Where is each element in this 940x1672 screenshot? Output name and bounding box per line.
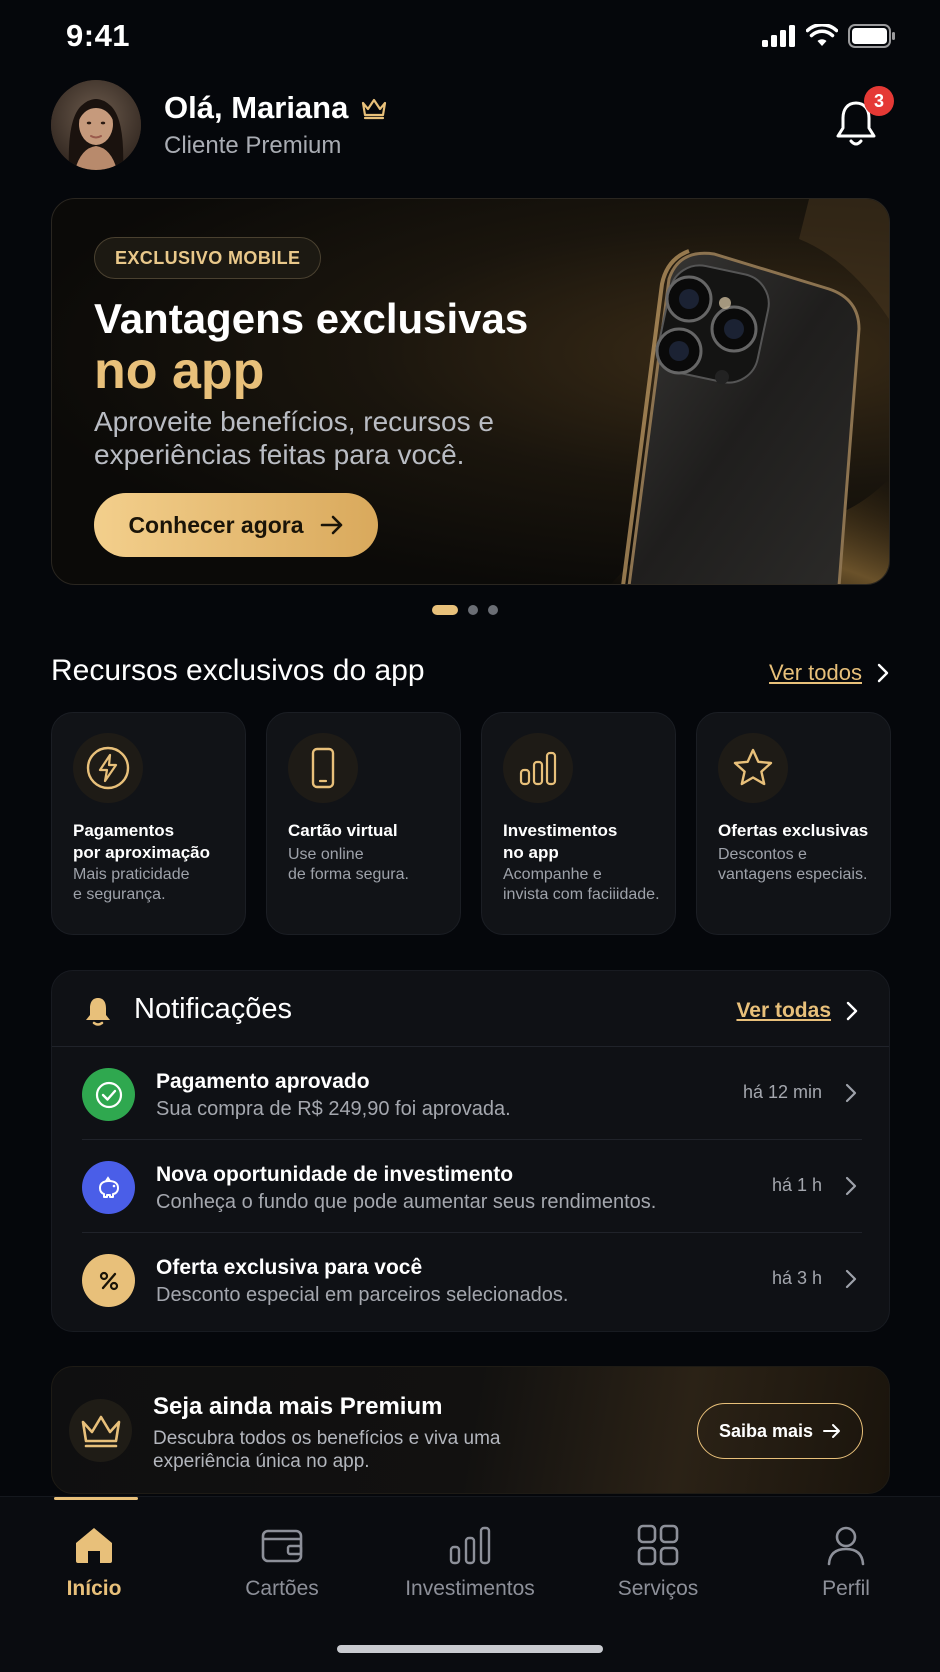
notification-description: Conheça o fundo que pode aumentar seus r…: [156, 1191, 657, 1213]
notification-item[interactable]: Oferta exclusiva para você Desconto espe…: [82, 1234, 862, 1326]
notification-count-badge: 3: [864, 86, 894, 116]
feature-description: Acompanhe e invista com faciiidade.: [503, 866, 660, 903]
crown-icon: [362, 98, 387, 120]
home-icon: [76, 1528, 112, 1563]
wifi-icon: [806, 24, 838, 46]
notification-time: há 1 h: [771, 1175, 822, 1195]
promo-banner[interactable]: EXCLUSIVO MOBILE Vantagens exclusivas no…: [51, 198, 890, 585]
notification-item[interactable]: Nova oportunidade de investimento Conheç…: [82, 1141, 862, 1233]
features-see-all-label: Ver todos: [769, 660, 862, 685]
exclusive-pill: EXCLUSIVO MOBILE: [94, 237, 322, 279]
crown-icon: [69, 1399, 132, 1462]
notification-time: há 12 min: [742, 1082, 822, 1102]
notifications-header: Notificações Ver todas: [52, 971, 889, 1047]
notifications-title: Notificações: [134, 993, 292, 1025]
tab-home[interactable]: Início: [0, 1523, 188, 1601]
wallet-icon: [261, 1529, 303, 1563]
feature-card-contactless[interactable]: Pagamentos por aproximação Mais praticid…: [51, 712, 246, 935]
notifications-card: Notificações Ver todas Pagamento aprovad…: [51, 970, 890, 1332]
status-bar: 9:41: [0, 0, 940, 72]
feature-title: Investimentos no app: [503, 821, 618, 862]
tab-label: Investimentos: [405, 1577, 535, 1600]
notification-description: Desconto especial em parceiros seleciona…: [156, 1284, 569, 1306]
feature-card-investments[interactable]: Investimentos no app Acompanhe e invista…: [481, 712, 676, 935]
features-list: Pagamentos por aproximação Mais praticid…: [51, 712, 891, 935]
feature-description: Use online de forma segura.: [288, 846, 409, 883]
status-icons: [762, 24, 896, 48]
tab-profile[interactable]: Perfil: [752, 1523, 940, 1601]
avatar[interactable]: [51, 80, 141, 170]
notification-time: há 3 h: [771, 1268, 822, 1288]
features-see-all-link[interactable]: Ver todos: [769, 660, 890, 686]
notification-title: Oferta exclusiva para você: [156, 1256, 423, 1279]
status-time: 9:41: [66, 18, 131, 53]
notification-item[interactable]: Pagamento aprovado Sua compra de R$ 249,…: [82, 1048, 862, 1140]
carousel-dot[interactable]: [488, 605, 498, 615]
banner-title: Vantagens exclusivas: [94, 295, 529, 342]
notifications-button[interactable]: 3: [833, 86, 894, 154]
greeting: Olá, Mariana: [164, 90, 388, 126]
feature-card-offers[interactable]: Ofertas exclusivas Descontos e vantagens…: [696, 712, 891, 935]
header: Olá, Mariana Cliente Premium 3: [51, 80, 894, 172]
smartphone-icon: [288, 733, 358, 803]
battery-icon: [848, 24, 895, 48]
bar-chart-icon: [503, 733, 573, 803]
notification-title: Nova oportunidade de investimento: [156, 1163, 514, 1186]
percent-icon: [82, 1254, 135, 1307]
user-icon: [827, 1526, 865, 1566]
bell-icon: [86, 998, 110, 1026]
premium-upsell-card[interactable]: Seja ainda mais Premium Descubra todos o…: [51, 1366, 890, 1494]
feature-title: Pagamentos por aproximação: [73, 821, 210, 862]
greeting-text: Olá, Mariana: [164, 90, 349, 125]
learn-more-label: Saiba mais: [718, 1420, 814, 1441]
feature-description: Descontos e vantagens especiais.: [718, 846, 868, 883]
notifications-see-all-link[interactable]: Ver todas: [736, 999, 859, 1023]
tab-label: Início: [66, 1577, 122, 1600]
avatar-portrait: [51, 80, 141, 170]
premium-description: Descubra todos os benefícios e viva uma …: [153, 1428, 501, 1472]
banner-cta-button[interactable]: Conhecer agora: [94, 493, 378, 557]
tab-label: Serviços: [617, 1577, 699, 1600]
carousel-dot[interactable]: [432, 605, 458, 615]
carousel-dot[interactable]: [468, 605, 478, 615]
arrow-right-icon: [320, 515, 342, 535]
cellular-signal-icon: [762, 25, 795, 47]
active-tab-indicator: [54, 1497, 138, 1500]
banner-title-highlight: no app: [94, 342, 265, 400]
learn-more-button[interactable]: Saiba mais: [697, 1403, 863, 1459]
phone-illustration: [610, 199, 889, 584]
feature-title: Cartão virtual: [288, 821, 398, 840]
notification-description: Sua compra de R$ 249,90 foi aprovada.: [156, 1098, 511, 1120]
lightning-icon: [73, 733, 143, 803]
tab-label: Cartões: [245, 1577, 319, 1600]
banner-description: Aproveite benefícios, recursos e experiê…: [94, 406, 494, 470]
star-icon: [718, 733, 788, 803]
features-section-title: Recursos exclusivos do app: [51, 654, 425, 687]
feature-title: Ofertas exclusivas: [718, 821, 869, 840]
tab-services[interactable]: Serviços: [564, 1523, 752, 1601]
chevron-right-icon: [845, 1176, 857, 1196]
carousel-dots: [432, 605, 498, 615]
grid-icon: [637, 1524, 679, 1566]
tab-label: Perfil: [822, 1577, 870, 1600]
user-tier: Cliente Premium: [164, 132, 342, 159]
piggy-bank-icon: [82, 1161, 135, 1214]
notifications-see-all-label: Ver todas: [736, 999, 831, 1022]
banner-cta-label: Conhecer agora: [128, 511, 304, 538]
notification-title: Pagamento aprovado: [156, 1070, 370, 1093]
chevron-right-icon: [845, 1083, 857, 1103]
chevron-right-icon: [846, 1001, 858, 1021]
feature-card-virtual-card[interactable]: Cartão virtual Use online de forma segur…: [266, 712, 461, 935]
tab-cards[interactable]: Cartões: [188, 1523, 376, 1601]
check-circle-icon: [82, 1068, 135, 1121]
feature-description: Mais praticidade e segurança.: [73, 866, 190, 903]
arrow-right-icon: [823, 1424, 841, 1438]
tab-investments[interactable]: Investimentos: [376, 1523, 564, 1601]
chevron-right-icon: [845, 1269, 857, 1289]
premium-title: Seja ainda mais Premium: [153, 1393, 443, 1420]
bar-chart-icon: [449, 1526, 491, 1565]
home-indicator[interactable]: [337, 1645, 603, 1653]
chevron-right-icon: [877, 663, 889, 683]
